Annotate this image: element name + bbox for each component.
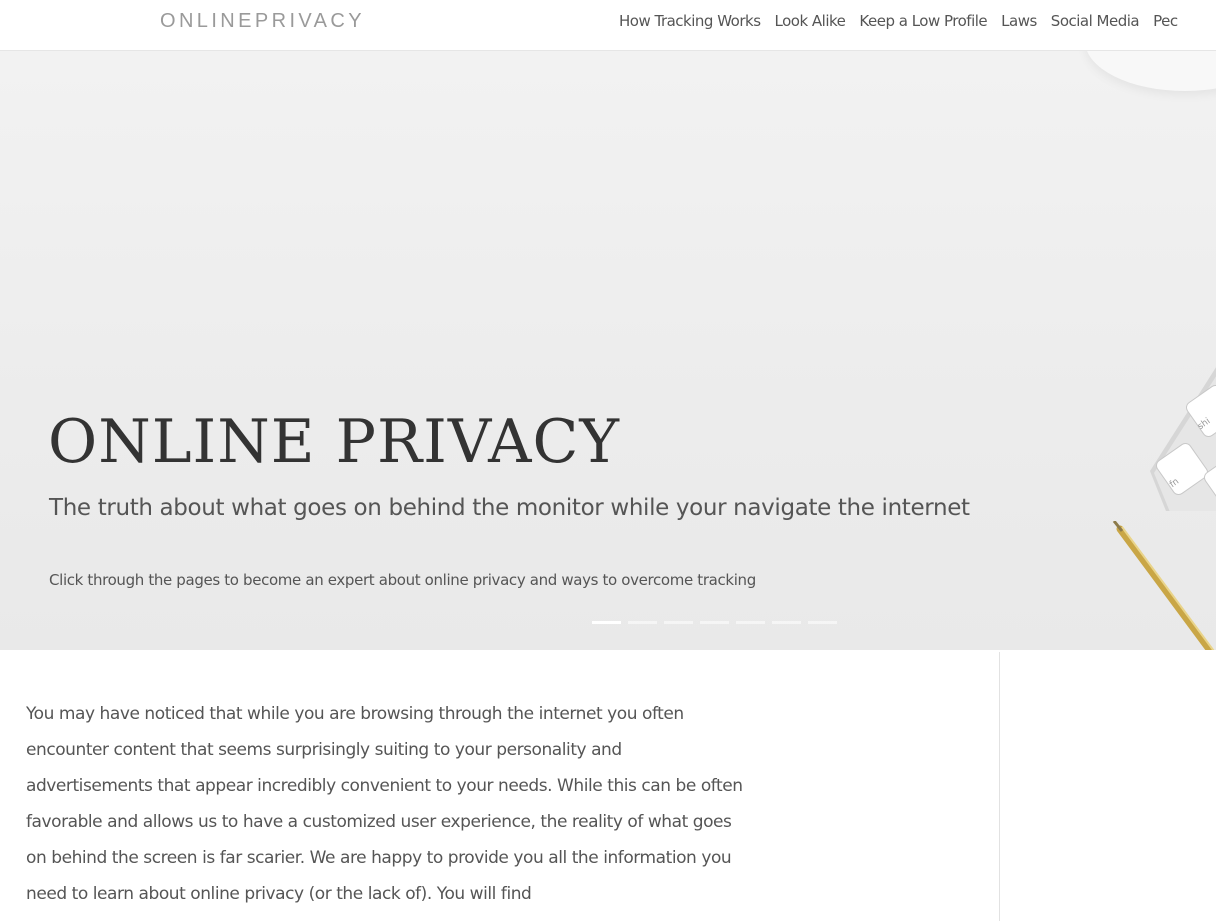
keyboard-image: shi fn <box>1150 367 1216 511</box>
nav-item-people-truncated[interactable]: Pec <box>1153 12 1178 30</box>
slide-dot-3[interactable] <box>664 621 693 624</box>
intro-paragraph: You may have noticed that while you are … <box>26 704 743 904</box>
site-logo[interactable]: ONLINEPRIVACY <box>160 10 365 33</box>
top-nav-bar: ONLINEPRIVACY How Tracking Works Look Al… <box>0 0 1216 51</box>
slide-dot-5[interactable] <box>736 621 765 624</box>
hero-cta-text: Click through the pages to become an exp… <box>49 571 756 589</box>
nav-item-social-media[interactable]: Social Media <box>1051 12 1140 30</box>
nav-item-look-alike[interactable]: Look Alike <box>775 12 846 30</box>
pen-image <box>1112 521 1215 650</box>
sidebar-divider <box>999 652 1000 921</box>
slide-dot-4[interactable] <box>700 621 729 624</box>
slide-indicators <box>592 621 844 624</box>
hero-subtitle: The truth about what goes on behind the … <box>49 495 970 521</box>
slide-dot-6[interactable] <box>772 621 801 624</box>
nav-item-laws[interactable]: Laws <box>1001 12 1037 30</box>
slide-dot-1[interactable] <box>592 621 621 624</box>
slide-dot-7[interactable] <box>808 621 837 624</box>
hero-title: ONLINE PRIVACY <box>48 407 620 477</box>
nav-item-how-tracking-works[interactable]: How Tracking Works <box>619 12 761 30</box>
slide-dot-2[interactable] <box>628 621 657 624</box>
nav-item-keep-a-low-profile[interactable]: Keep a Low Profile <box>859 12 987 30</box>
coffee-cup-image <box>1085 51 1216 91</box>
main-nav: How Tracking Works Look Alike Keep a Low… <box>619 12 1192 30</box>
hero-slideshow: shi fn ONLINE PRIVACY The truth about wh… <box>0 51 1216 650</box>
